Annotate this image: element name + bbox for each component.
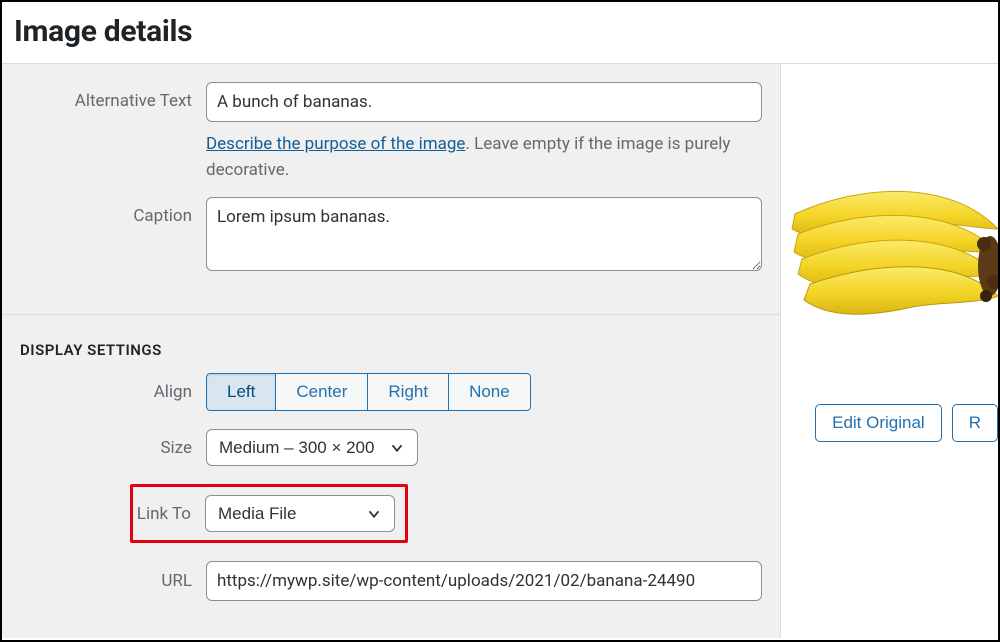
row-url: URL	[20, 561, 762, 601]
image-preview	[810, 184, 970, 384]
alt-text-hint: Describe the purpose of the image. Leave…	[206, 132, 762, 183]
align-none-button[interactable]: None	[448, 373, 531, 411]
row-size: Size Medium – 300 × 200	[20, 429, 762, 466]
image-details-dialog: Image details Alternative Text Describe …	[0, 0, 1000, 642]
right-pane: Edit Original R	[781, 64, 998, 638]
alt-text-input[interactable]	[206, 82, 762, 122]
row-link-to: . Link To Media File	[20, 484, 762, 543]
replace-button[interactable]: R	[952, 404, 998, 442]
row-alt-text: Alternative Text Describe the purpose of…	[20, 82, 762, 183]
display-settings-heading: DISPLAY SETTINGS	[2, 315, 780, 369]
align-button-group: Left Center Right None	[206, 373, 531, 411]
caption-textarea[interactable]: Lorem ipsum bananas.	[206, 197, 762, 271]
banana-illustration	[780, 174, 1000, 374]
link-to-highlight: Link To Media File	[130, 484, 408, 543]
align-left-button[interactable]: Left	[206, 373, 276, 411]
url-input[interactable]	[206, 561, 762, 601]
row-align: Align Left Center Right None	[20, 373, 762, 411]
link-to-select[interactable]: Media File	[205, 495, 395, 532]
link-to-select-wrap: Media File	[205, 495, 395, 532]
size-select-wrap: Medium – 300 × 200	[206, 429, 418, 466]
align-label: Align	[20, 382, 206, 402]
url-label: URL	[20, 571, 206, 591]
dialog-title: Image details	[14, 14, 994, 49]
general-section: Alternative Text Describe the purpose of…	[2, 64, 780, 314]
right-pane-buttons: Edit Original R	[781, 404, 998, 442]
describe-purpose-link[interactable]: Describe the purpose of the image	[206, 134, 465, 154]
dialog-titlebar: Image details	[2, 2, 998, 64]
left-pane: Alternative Text Describe the purpose of…	[2, 64, 781, 638]
row-caption: Caption Lorem ipsum bananas.	[20, 197, 762, 276]
size-label: Size	[20, 438, 206, 458]
display-section: Align Left Center Right None Size	[2, 369, 780, 638]
align-right-button[interactable]: Right	[367, 373, 449, 411]
caption-label: Caption	[20, 197, 206, 226]
align-center-button[interactable]: Center	[275, 373, 368, 411]
edit-original-button[interactable]: Edit Original	[815, 404, 942, 442]
dialog-body: Alternative Text Describe the purpose of…	[2, 64, 998, 638]
link-to-label: Link To	[133, 504, 205, 524]
alt-text-label: Alternative Text	[20, 82, 206, 111]
size-select[interactable]: Medium – 300 × 200	[206, 429, 418, 466]
